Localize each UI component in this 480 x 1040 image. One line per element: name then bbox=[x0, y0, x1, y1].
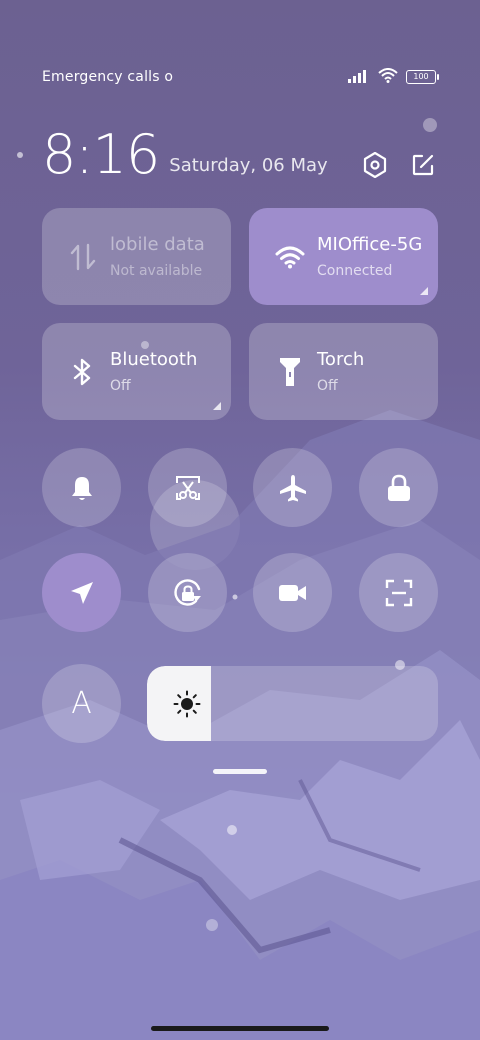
torch-label: Torch bbox=[317, 349, 365, 370]
sun-icon bbox=[173, 690, 201, 718]
screenshot-toggle[interactable] bbox=[148, 448, 227, 527]
edit-icon[interactable] bbox=[410, 152, 436, 178]
signal-icon bbox=[348, 68, 370, 87]
video-toggle[interactable] bbox=[253, 553, 332, 632]
wifi-expand-corner[interactable] bbox=[420, 287, 428, 295]
scan-icon bbox=[385, 579, 412, 606]
wifi-label: MIOffice-5G bbox=[317, 234, 423, 255]
mobile-data-icon bbox=[68, 242, 98, 272]
wifi-tile[interactable]: MIOffice-5G Connected bbox=[249, 208, 438, 305]
carrier-text: Emergency calls o bbox=[42, 69, 174, 85]
wifi-status: Connected bbox=[317, 263, 393, 279]
airplane-toggle[interactable] bbox=[253, 448, 332, 527]
wifi-icon bbox=[275, 242, 305, 272]
rotation-lock-toggle[interactable] bbox=[148, 553, 227, 632]
brightness-slider[interactable] bbox=[147, 666, 438, 741]
location-toggle[interactable] bbox=[42, 553, 121, 632]
screenshot-scissors-icon bbox=[175, 475, 200, 500]
rotation-lock-icon bbox=[173, 578, 201, 606]
mobile-data-tile[interactable]: lobile data Not available bbox=[42, 208, 231, 305]
bluetooth-tile[interactable]: Bluetooth Off bbox=[42, 323, 231, 420]
status-bar: Emergency calls o 100 bbox=[42, 66, 439, 88]
bluetooth-icon bbox=[68, 357, 98, 387]
bell-toggle[interactable] bbox=[42, 448, 121, 527]
mobile-data-status: Not available bbox=[110, 263, 203, 279]
scan-toggle[interactable] bbox=[359, 553, 438, 632]
mobile-data-label: lobile data bbox=[110, 234, 205, 255]
settings-icon[interactable] bbox=[362, 152, 388, 178]
battery-icon: 100 bbox=[406, 70, 439, 84]
torch-status: Off bbox=[317, 378, 338, 394]
clock-time: 8:16 bbox=[42, 123, 160, 186]
lock-icon bbox=[387, 474, 410, 501]
bluetooth-expand-corner[interactable] bbox=[213, 402, 221, 410]
clock-row: 8:16 Saturday, 06 May bbox=[42, 124, 436, 182]
wifi-status-icon bbox=[378, 67, 398, 87]
auto-brightness-toggle[interactable]: A bbox=[42, 664, 121, 743]
home-indicator[interactable] bbox=[151, 1026, 329, 1031]
bell-icon bbox=[71, 476, 92, 500]
status-icons: 100 bbox=[348, 67, 439, 87]
lock-toggle[interactable] bbox=[359, 448, 438, 527]
torch-icon bbox=[275, 357, 305, 387]
date-text: Saturday, 06 May bbox=[169, 155, 328, 176]
location-icon bbox=[70, 581, 93, 604]
bluetooth-label: Bluetooth bbox=[110, 349, 198, 370]
torch-tile[interactable]: Torch Off bbox=[249, 323, 438, 420]
bluetooth-status: Off bbox=[110, 378, 131, 394]
auto-brightness-icon: A bbox=[71, 686, 92, 721]
panel-drag-handle[interactable] bbox=[213, 769, 267, 774]
video-camera-icon bbox=[278, 584, 306, 601]
airplane-icon bbox=[279, 474, 306, 501]
